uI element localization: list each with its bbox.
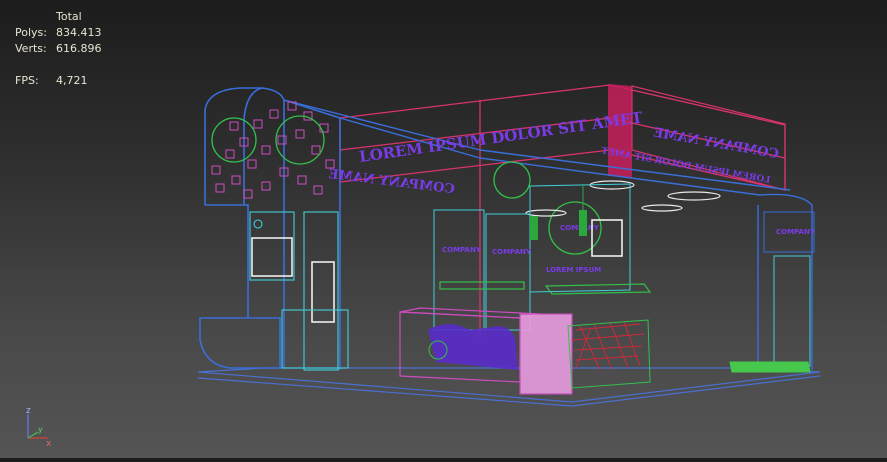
company-text-right: COMPANY NAME	[652, 125, 780, 162]
polys-label: Polys:	[15, 26, 47, 39]
inner-panels	[433, 183, 631, 331]
stats-header: Total	[56, 10, 82, 23]
axis-y-label: y	[38, 425, 43, 434]
svg-text:LOREM IPSUM: LOREM IPSUM	[546, 266, 601, 274]
viewport-statistics: Total Polys: 834.413 Verts: 616.896 FPS: 4,…	[15, 9, 102, 89]
red-lattice	[567, 319, 651, 389]
verts-label: Verts:	[15, 42, 47, 55]
inner-labels: COMPANY COMPANY COMPANY LOREM IPSUM COMP…	[442, 224, 816, 274]
svg-text:COMPANY: COMPANY	[776, 228, 816, 236]
verts-value: 616.896	[56, 42, 102, 55]
header-text: LOREM IPSUM DOLOR SIT AMET	[358, 108, 644, 166]
booth-floor	[197, 367, 821, 407]
3d-viewport[interactable]: LOREM IPSUM DOLOR SIT AMET COMPANY NAME …	[0, 0, 887, 458]
pattern-squares	[211, 101, 335, 199]
axis-x-label: x	[46, 439, 52, 448]
right-tower	[729, 211, 815, 373]
fps-value: 4,721	[56, 74, 88, 87]
company-text: COMPANY NAME	[328, 167, 456, 197]
counter-objects	[428, 324, 518, 370]
axis-gizmo: z x y	[20, 404, 60, 449]
svg-text:COMPANY: COMPANY	[492, 248, 532, 256]
header-texts: LOREM IPSUM DOLOR SIT AMET COMPANY NAME …	[328, 108, 780, 197]
polys-value: 834.413	[56, 26, 102, 39]
left-tower	[199, 87, 341, 370]
axis-z-label: z	[26, 406, 31, 416]
svg-text:COMPANY: COMPANY	[442, 246, 482, 254]
fps-label: FPS:	[15, 74, 39, 87]
scene-wireframe: LOREM IPSUM DOLOR SIT AMET COMPANY NAME …	[197, 84, 821, 407]
